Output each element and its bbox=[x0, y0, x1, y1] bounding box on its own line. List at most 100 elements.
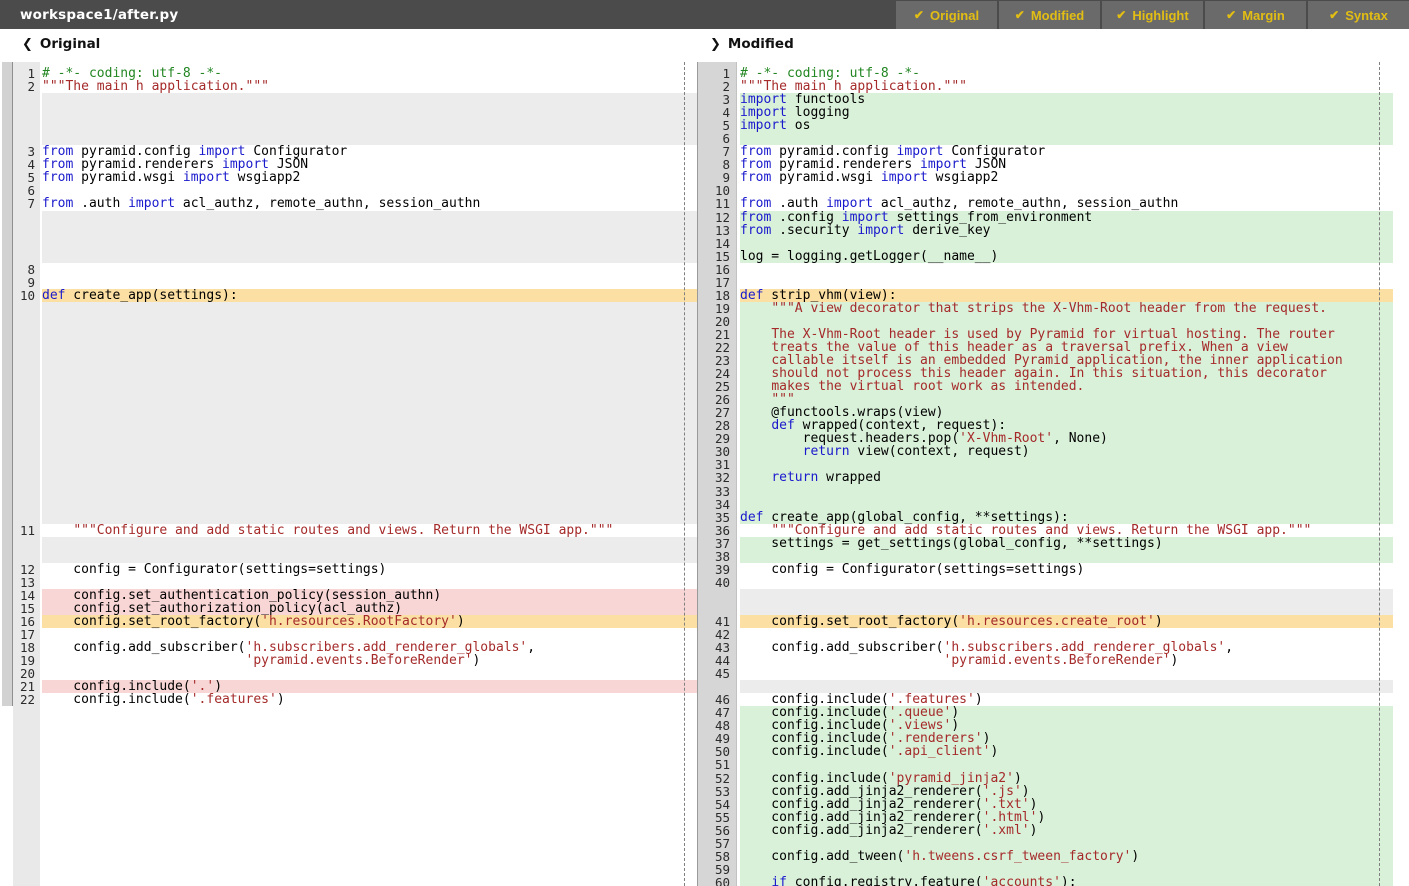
line-number: 38 bbox=[697, 550, 738, 563]
code-text bbox=[740, 576, 1393, 589]
line-number: 11 bbox=[697, 197, 738, 210]
original-pane-header: ❮ Original bbox=[22, 36, 100, 52]
line-number: 53 bbox=[697, 785, 738, 798]
line-number: 22 bbox=[0, 693, 40, 706]
line-number bbox=[0, 93, 40, 145]
toolbar: ✔ Original ✔ Modified ✔ Highlight ✔ Marg… bbox=[896, 1, 1409, 29]
filler-row bbox=[697, 589, 1393, 615]
code-row: 7from .auth import acl_authz, remote_aut… bbox=[0, 197, 697, 210]
line-number: 2 bbox=[697, 80, 738, 93]
line-number: 3 bbox=[697, 93, 738, 106]
check-icon: ✔ bbox=[914, 8, 924, 22]
line-number: 60 bbox=[697, 876, 738, 886]
code-row: 50 config.include('.api_client') bbox=[697, 745, 1393, 758]
line-number: 1 bbox=[697, 67, 738, 80]
line-number: 19 bbox=[697, 302, 738, 315]
line-number: 8 bbox=[0, 263, 40, 276]
line-number: 54 bbox=[697, 798, 738, 811]
check-icon: ✔ bbox=[1015, 8, 1025, 22]
line-number: 39 bbox=[697, 563, 738, 576]
code-row: 5import os bbox=[697, 119, 1393, 132]
code-row: 32 return wrapped bbox=[697, 471, 1393, 484]
code-row: 16 config.set_root_factory('h.resources.… bbox=[0, 615, 697, 628]
code-row: 40 bbox=[697, 576, 1393, 589]
code-text: log = logging.getLogger(__name__) bbox=[740, 250, 1393, 263]
chevron-right-icon: ❯ bbox=[710, 37, 721, 52]
check-icon: ✔ bbox=[1226, 8, 1236, 22]
line-number: 58 bbox=[697, 850, 738, 863]
line-number: 17 bbox=[697, 276, 738, 289]
toggle-highlight-button[interactable]: ✔ Highlight bbox=[1102, 1, 1203, 29]
line-number: 57 bbox=[697, 837, 738, 850]
line-number: 8 bbox=[697, 158, 738, 171]
column-ruler bbox=[684, 62, 685, 886]
line-number: 7 bbox=[697, 145, 738, 158]
modified-code-pane[interactable]: 1# -*- coding: utf-8 -*-2"""The main h a… bbox=[697, 62, 1393, 886]
code-text bbox=[42, 263, 697, 276]
code-row: 16 bbox=[697, 263, 1393, 276]
code-text: if config.registry.feature('accounts'): bbox=[740, 876, 1393, 886]
check-icon: ✔ bbox=[1329, 8, 1339, 22]
line-number: 36 bbox=[697, 524, 738, 537]
filler-row bbox=[0, 537, 697, 563]
line-number bbox=[0, 537, 40, 563]
toggle-syntax-label: Syntax bbox=[1345, 8, 1388, 23]
line-number: 52 bbox=[697, 772, 738, 785]
check-icon: ✔ bbox=[1116, 8, 1126, 22]
code-text: from .auth import acl_authz, remote_auth… bbox=[42, 197, 697, 210]
code-row: 13from .security import derive_key bbox=[697, 224, 1393, 237]
line-number: 45 bbox=[697, 667, 738, 680]
code-text: makes the virtual root work as intended. bbox=[740, 380, 1393, 393]
code-row: 19 """A view decorator that strips the X… bbox=[697, 302, 1393, 315]
code-text: config.set_root_factory('h.resources.Roo… bbox=[42, 615, 697, 628]
code-text: import os bbox=[740, 119, 1393, 132]
original-code-pane[interactable]: 1# -*- coding: utf-8 -*-2"""The main h a… bbox=[0, 62, 697, 886]
original-pane-title: Original bbox=[40, 36, 100, 52]
code-text: from pyramid.wsgi import wsgiapp2 bbox=[42, 171, 697, 184]
column-ruler bbox=[1379, 62, 1380, 886]
code-row: 39 config = Configurator(settings=settin… bbox=[697, 563, 1393, 576]
code-text bbox=[42, 211, 697, 263]
code-row: 5from pyramid.wsgi import wsgiapp2 bbox=[0, 171, 697, 184]
code-text: config.set_root_factory('h.resources.cre… bbox=[740, 615, 1393, 628]
code-text bbox=[740, 667, 1393, 680]
code-row: 25 makes the virtual root work as intend… bbox=[697, 380, 1393, 393]
line-number: 59 bbox=[697, 863, 738, 876]
line-number: 55 bbox=[697, 811, 738, 824]
line-number: 6 bbox=[697, 132, 738, 145]
line-number: 40 bbox=[697, 576, 738, 589]
code-text: return view(context, request) bbox=[740, 445, 1393, 458]
toggle-syntax-button[interactable]: ✔ Syntax bbox=[1308, 1, 1409, 29]
line-number: 7 bbox=[0, 197, 40, 210]
code-row: 2"""The main h application.""" bbox=[0, 80, 697, 93]
line-number: 51 bbox=[697, 758, 738, 771]
line-number: 12 bbox=[697, 211, 738, 224]
code-row: 60 if config.registry.feature('accounts'… bbox=[697, 876, 1393, 886]
line-number: 5 bbox=[697, 119, 738, 132]
toggle-modified-button[interactable]: ✔ Modified bbox=[999, 1, 1100, 29]
code-text bbox=[740, 589, 1393, 615]
line-number bbox=[0, 211, 40, 263]
line-number: 18 bbox=[697, 289, 738, 302]
line-number: 9 bbox=[0, 276, 40, 289]
code-row: 9from pyramid.wsgi import wsgiapp2 bbox=[697, 171, 1393, 184]
code-text: import logging bbox=[740, 106, 1393, 119]
toggle-original-label: Original bbox=[930, 8, 979, 23]
code-text bbox=[42, 302, 697, 524]
code-row: 58 config.add_tween('h.tweens.csrf_tween… bbox=[697, 850, 1393, 863]
code-row: 33 bbox=[697, 485, 1393, 498]
code-row: 45 bbox=[697, 667, 1393, 680]
code-text: config.add_tween('h.tweens.csrf_tween_fa… bbox=[740, 850, 1393, 863]
toggle-original-button[interactable]: ✔ Original bbox=[896, 1, 997, 29]
code-text: settings = get_settings(global_config, *… bbox=[740, 537, 1393, 550]
title-bar: workspace1/after.py ✔ Original ✔ Modifie… bbox=[0, 0, 1409, 29]
line-number: 2 bbox=[0, 80, 40, 93]
modified-pane-header: ❯ Modified bbox=[710, 36, 794, 52]
toggle-margin-button[interactable]: ✔ Margin bbox=[1205, 1, 1306, 29]
code-text bbox=[42, 93, 697, 145]
code-row: 56 config.add_jinja2_renderer('.xml') bbox=[697, 824, 1393, 837]
line-number: 15 bbox=[697, 250, 738, 263]
code-text: config = Configurator(settings=settings) bbox=[42, 563, 697, 576]
line-number: 13 bbox=[0, 576, 40, 589]
line-number: 14 bbox=[697, 237, 738, 250]
